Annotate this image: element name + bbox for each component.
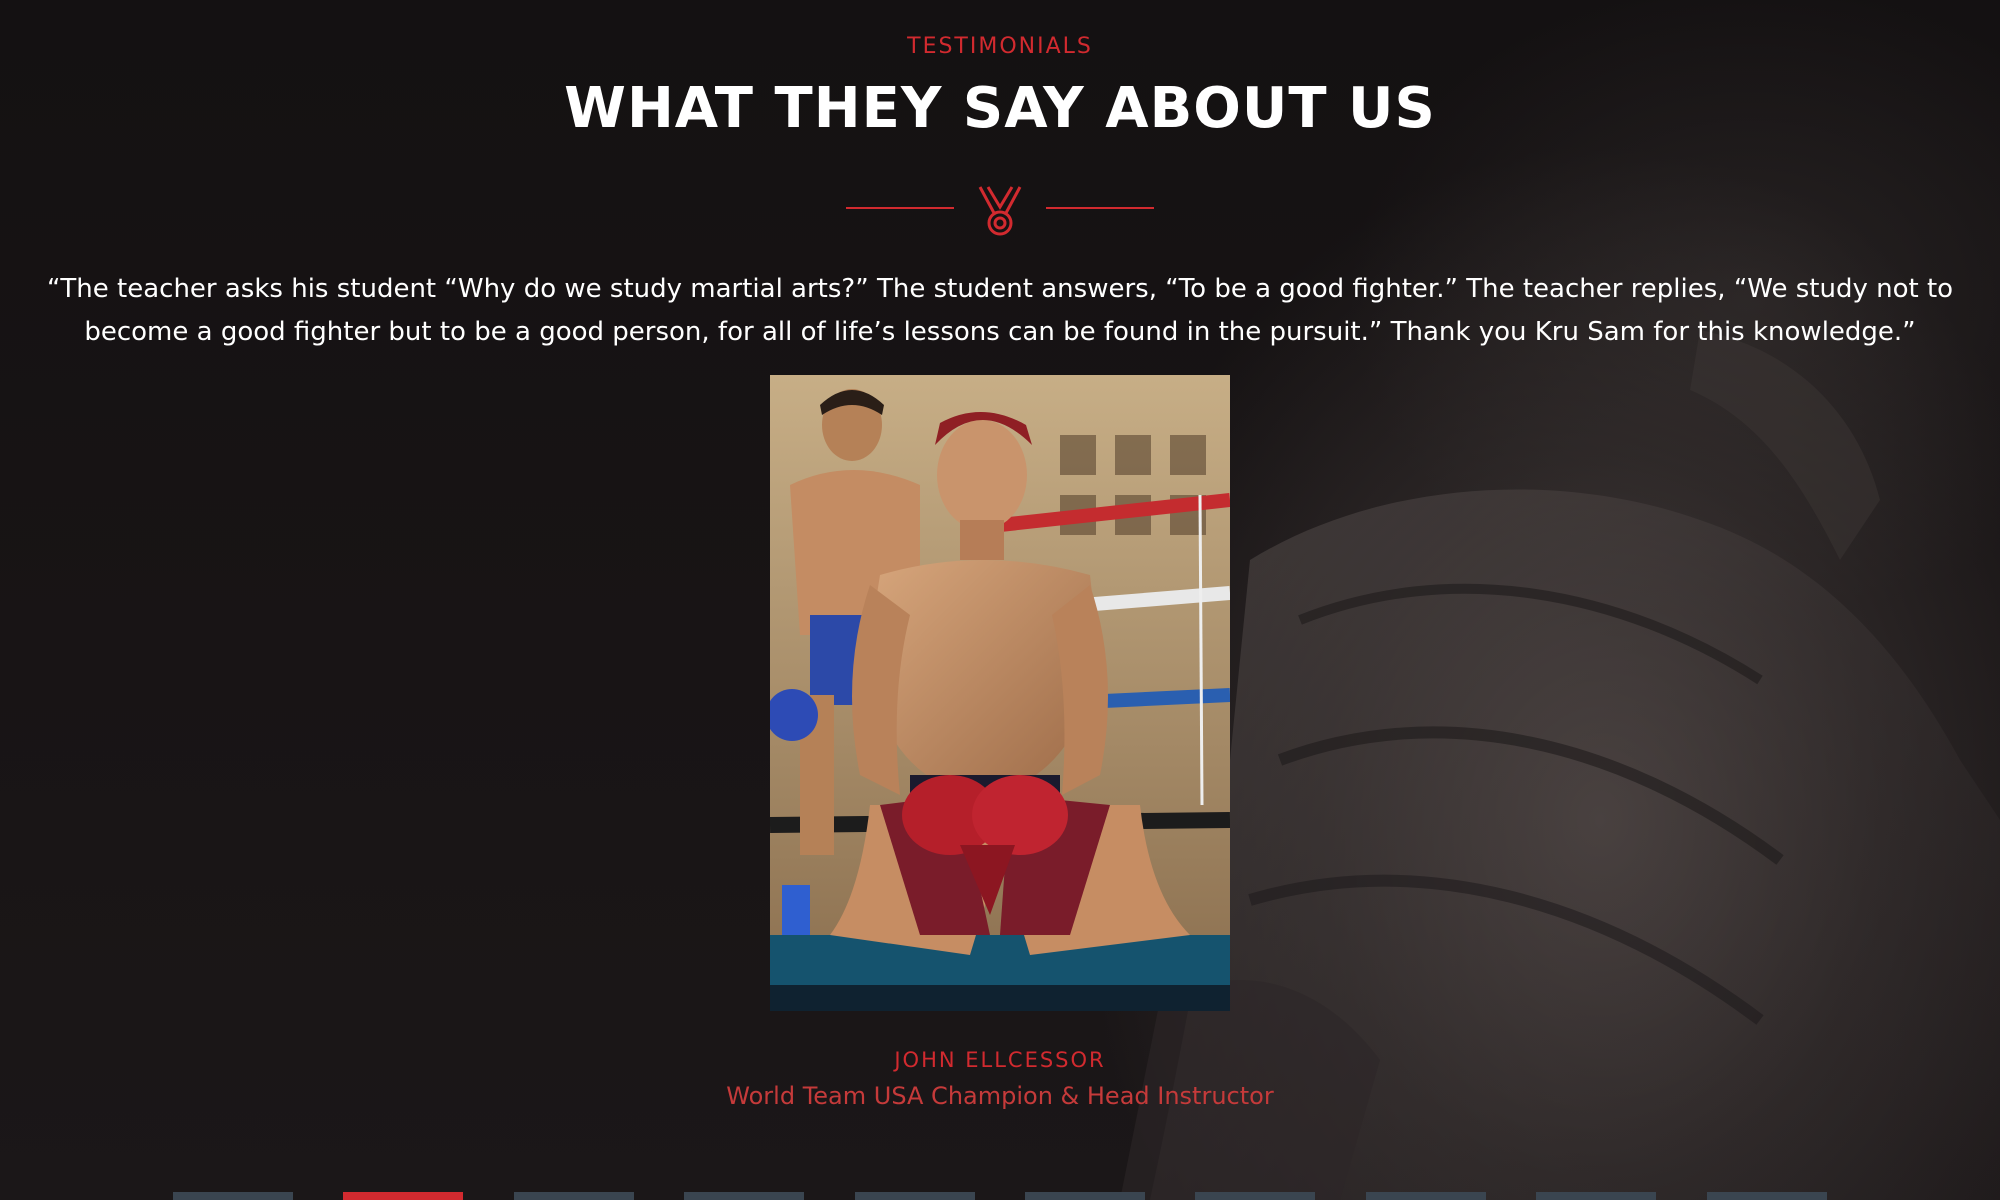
testimonials-section: TESTIMONIALS WHAT THEY SAY ABOUT US “The… <box>0 0 2000 1200</box>
pager-dot-7[interactable] <box>1195 1192 1315 1200</box>
section-eyebrow: TESTIMONIALS <box>907 34 1093 59</box>
pager-dot-4[interactable] <box>684 1192 804 1200</box>
pager-dot-3[interactable] <box>514 1192 634 1200</box>
section-heading: WHAT THEY SAY ABOUT US <box>564 76 1436 141</box>
heading-divider <box>846 186 1154 236</box>
pager-dot-6[interactable] <box>1025 1192 1145 1200</box>
pager-dot-9[interactable] <box>1536 1192 1656 1200</box>
pager-dot-8[interactable] <box>1366 1192 1486 1200</box>
testimonial-pager <box>0 1192 2000 1200</box>
pager-dot-2[interactable] <box>343 1192 463 1200</box>
pager-dot-5[interactable] <box>855 1192 975 1200</box>
pager-dot-1[interactable] <box>173 1192 293 1200</box>
testimonial-photo <box>770 375 1230 1011</box>
testimonial-quote: “The teacher asks his student “Why do we… <box>46 274 1954 347</box>
author-name: JOHN ELLCESSOR <box>894 1048 1106 1072</box>
pager-dot-10[interactable] <box>1707 1192 1827 1200</box>
medal-icon <box>978 186 1022 236</box>
author-title: World Team USA Champion & Head Instructo… <box>726 1082 1274 1110</box>
